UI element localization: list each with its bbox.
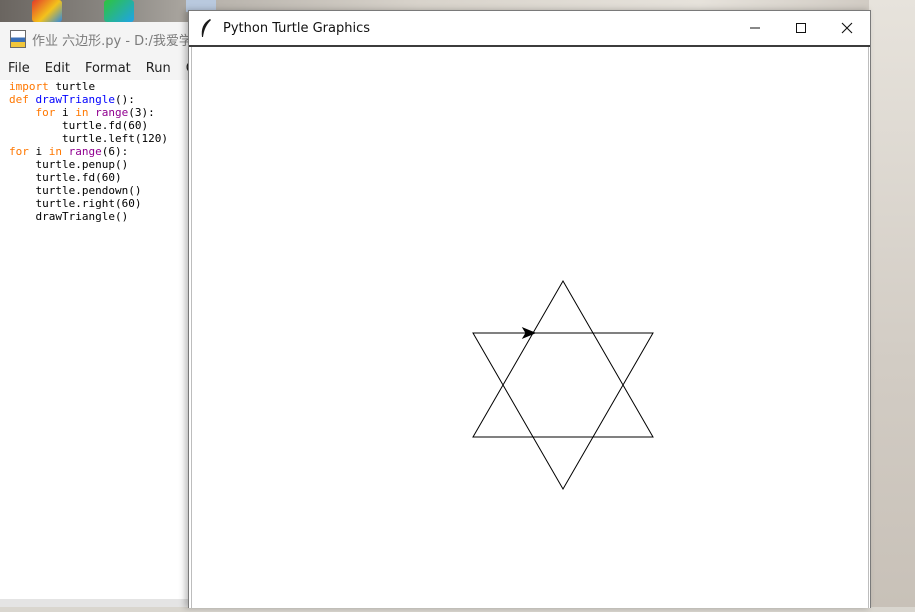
python-file-icon <box>10 30 26 48</box>
code-line: import turtle <box>9 80 96 93</box>
code-line: def drawTriangle(): <box>9 93 135 106</box>
code-line: turtle.pendown() <box>9 184 142 197</box>
maximize-icon <box>796 23 806 33</box>
code-line: turtle.left(120) <box>9 132 168 145</box>
feather-icon <box>201 19 211 37</box>
code-line: drawTriangle() <box>9 210 129 223</box>
desktop-player-icon[interactable] <box>104 0 134 22</box>
desktop-right-area <box>869 0 915 607</box>
turtle-graphics-window: Python Turtle Graphics <box>188 10 871 608</box>
minimize-icon <box>750 27 760 29</box>
minimize-button[interactable] <box>732 11 778 45</box>
menu-run[interactable]: Run <box>138 61 178 76</box>
idle-menubar: File Edit Format Run Op <box>0 56 188 80</box>
maximize-button[interactable] <box>778 11 824 45</box>
code-line: turtle.penup() <box>9 158 129 171</box>
desktop-app-icon[interactable] <box>32 0 62 22</box>
idle-titlebar[interactable]: 作业 六边形.py - D:/我爱学习 <box>0 22 188 56</box>
menu-options[interactable]: Op <box>178 61 188 76</box>
code-editor[interactable]: import turtle def drawTriangle(): for i … <box>0 80 188 223</box>
code-line: for i in range(6): <box>9 145 129 158</box>
menu-edit[interactable]: Edit <box>37 61 77 76</box>
triangle-up <box>472 279 654 438</box>
turtle-window-title: Python Turtle Graphics <box>223 20 370 36</box>
turtle-canvas[interactable] <box>191 47 869 608</box>
close-icon <box>841 22 853 34</box>
code-line: turtle.fd(60) <box>9 119 149 132</box>
triangle-down <box>472 332 654 491</box>
idle-editor-window: 作业 六边形.py - D:/我爱学习 File Edit Format Run… <box>0 22 189 607</box>
turtle-drawing <box>472 279 654 491</box>
idle-window-title: 作业 六边形.py - D:/我爱学习 <box>32 33 188 49</box>
menu-file[interactable]: File <box>0 61 37 76</box>
code-line: turtle.right(60) <box>9 197 142 210</box>
code-line: turtle.fd(60) <box>9 171 122 184</box>
menu-format[interactable]: Format <box>77 61 138 76</box>
horizontal-scrollbar[interactable] <box>0 599 188 607</box>
turtle-titlebar[interactable]: Python Turtle Graphics <box>189 11 870 47</box>
close-button[interactable] <box>824 11 870 45</box>
code-line: for i in range(3): <box>35 106 155 119</box>
